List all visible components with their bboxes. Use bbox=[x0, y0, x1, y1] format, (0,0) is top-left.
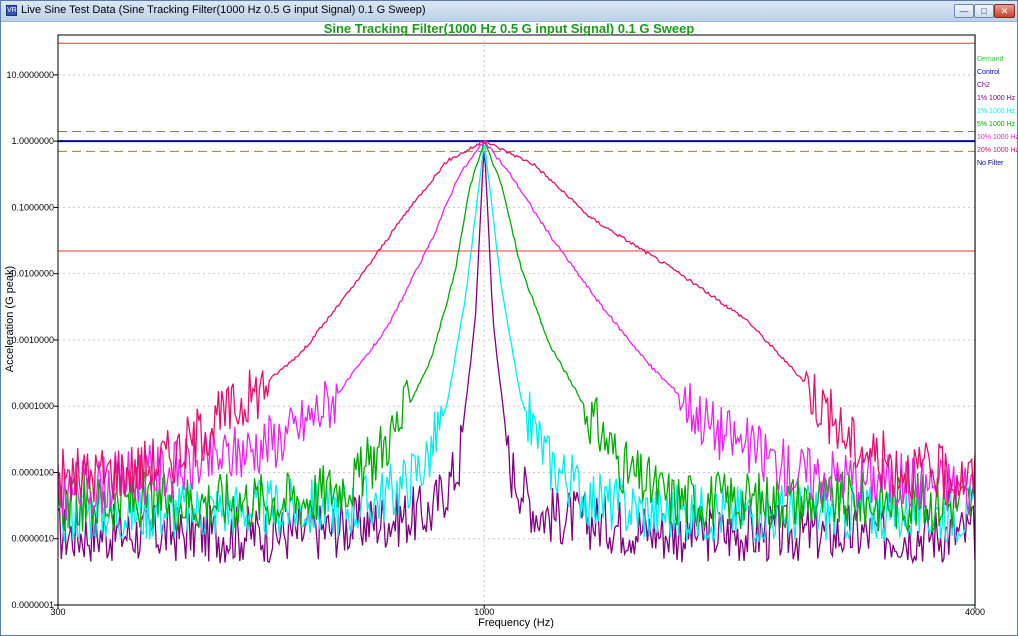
legend-entry: 1% 1000 Hz bbox=[977, 108, 1016, 115]
legend-entry: Demand bbox=[977, 56, 1004, 63]
minimize-icon: — bbox=[959, 6, 969, 16]
legend-entry: 5% 1000 Hz bbox=[977, 121, 1016, 128]
legend-entry: 20% 1000 Hz bbox=[977, 147, 1017, 154]
app-window: VR Live Sine Test Data (Sine Tracking Fi… bbox=[0, 0, 1018, 636]
y-tick-label: 10.0000000 bbox=[6, 70, 54, 80]
app-icon: VR bbox=[6, 5, 17, 16]
x-tick-label: 300 bbox=[50, 607, 65, 617]
y-tick-label: 0.0000100 bbox=[11, 467, 54, 477]
close-icon: ✕ bbox=[1000, 6, 1009, 16]
x-tick-label: 4000 bbox=[965, 607, 985, 617]
x-tick-labels: 300 1000 4000 bbox=[50, 605, 985, 617]
x-tick-label: 1000 bbox=[474, 607, 494, 617]
y-tick-label: 0.0000001 bbox=[11, 600, 54, 610]
legend-entry: 1% 1000 Hz bbox=[977, 95, 1016, 102]
y-tick-label: 0.0000010 bbox=[11, 534, 54, 544]
legend: Demand Control Ch2 1% 1000 Hz 1% 1000 Hz 5% 1… bbox=[977, 56, 1017, 167]
minimize-button[interactable]: — bbox=[954, 4, 974, 18]
title-bar[interactable]: VR Live Sine Test Data (Sine Tracking Fi… bbox=[1, 1, 1017, 22]
x-axis-label: Frequency (Hz) bbox=[478, 617, 554, 629]
legend-entry: Control bbox=[977, 69, 1000, 76]
legend-entry: 10% 1000 Hz bbox=[977, 134, 1017, 141]
chart-title: Sine Tracking Filter(1000 Hz 0.5 G input… bbox=[324, 21, 695, 36]
maximize-icon: □ bbox=[981, 6, 987, 16]
series-line-7 bbox=[57, 140, 976, 508]
y-tick-label: 0.0010000 bbox=[11, 335, 54, 345]
reference-lines bbox=[58, 42, 975, 252]
legend-entry: No Filter bbox=[977, 160, 1004, 167]
y-tick-label: 0.1000000 bbox=[11, 202, 54, 212]
close-button[interactable]: ✕ bbox=[994, 4, 1015, 18]
y-axis-label: Acceleration (G peak) bbox=[4, 266, 16, 372]
plot-right-edge bbox=[975, 35, 976, 605]
maximize-button[interactable]: □ bbox=[974, 4, 994, 18]
window-title: Live Sine Test Data (Sine Tracking Filte… bbox=[21, 4, 426, 16]
series-line-3 bbox=[57, 152, 976, 565]
series-lines bbox=[57, 140, 976, 565]
y-tick-label: 0.0001000 bbox=[11, 401, 54, 411]
y-tick-label: 0.0100000 bbox=[11, 269, 54, 279]
chart: 10.0000000 1.0000000 0.1000000 0.0100000 0.0… bbox=[4, 21, 1017, 629]
series-line-5 bbox=[57, 140, 976, 534]
legend-entry: Ch2 bbox=[977, 82, 990, 89]
y-tick-label: 1.0000000 bbox=[11, 136, 54, 146]
